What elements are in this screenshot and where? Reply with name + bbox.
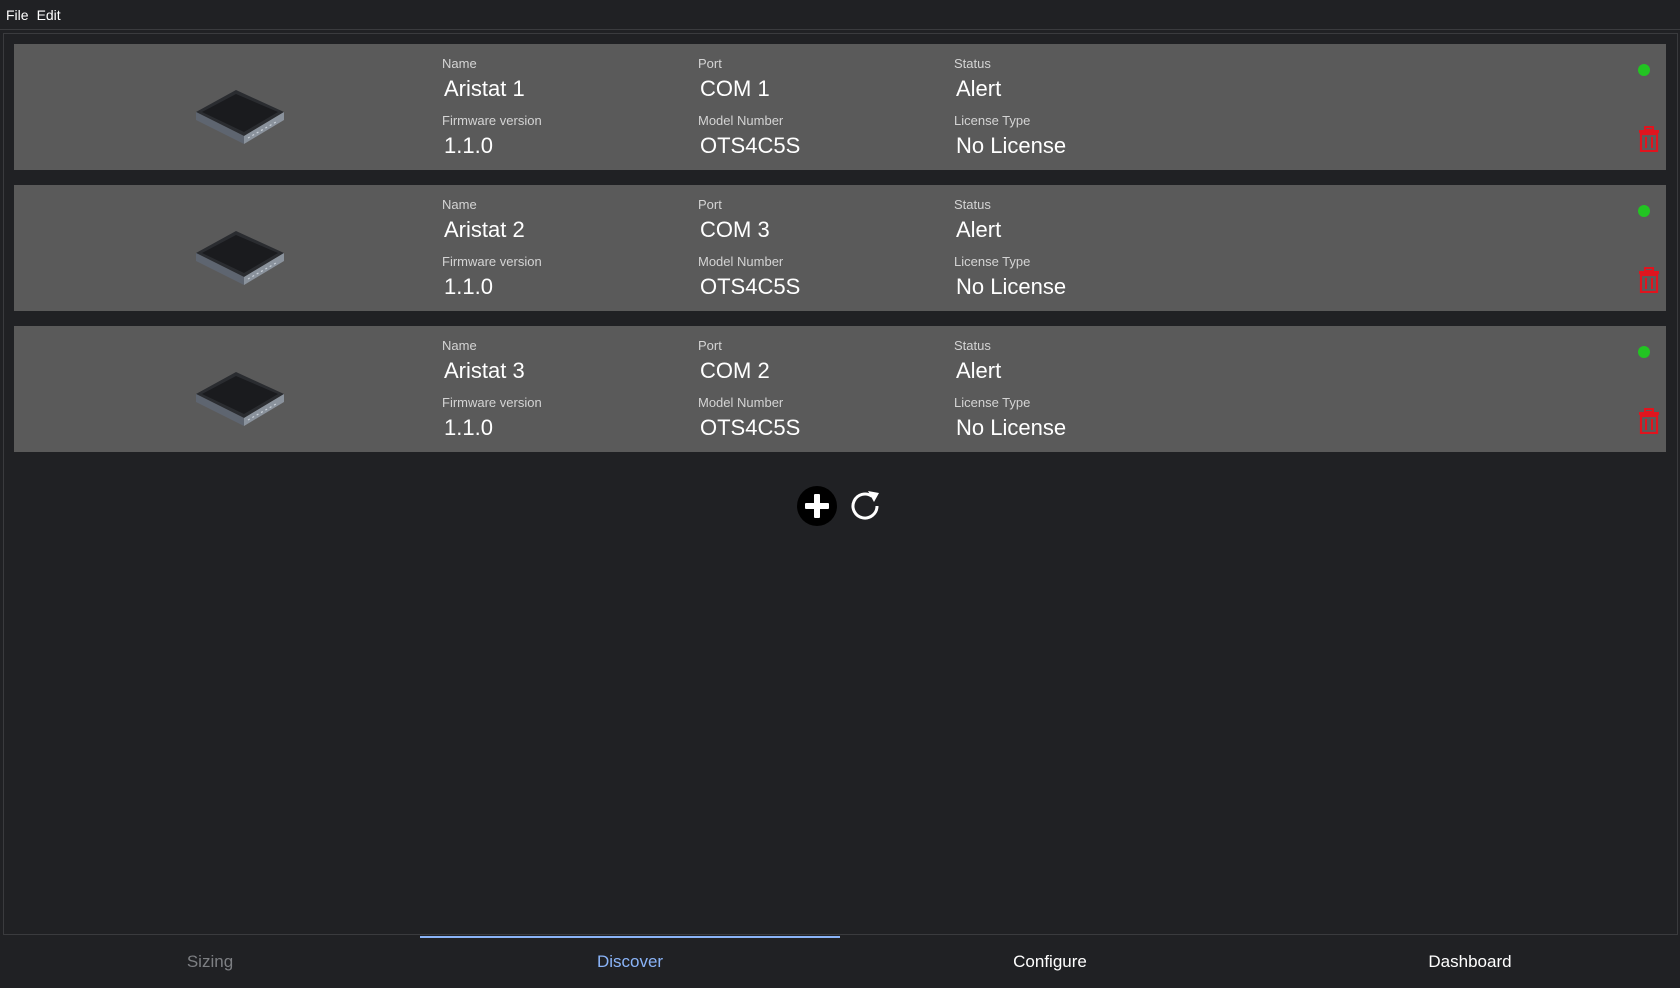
device-port: COM 3 [700, 217, 770, 242]
license-label: License Type [954, 254, 1031, 269]
status-indicator [1638, 205, 1650, 217]
bottom-tab-bar: Sizing Discover Configure Dashboard [0, 936, 1680, 988]
device-name: Aristat 1 [444, 76, 525, 101]
tab-discover[interactable]: Discover [420, 936, 840, 988]
status-indicator [1638, 346, 1650, 358]
firmware-label: Firmware version [442, 113, 542, 128]
port-label: Port [698, 338, 722, 353]
name-label: Name [442, 338, 477, 353]
status-indicator [1638, 64, 1650, 76]
device-license: No License [956, 415, 1067, 440]
model-label: Model Number [698, 254, 784, 269]
trash-icon[interactable] [1638, 126, 1660, 152]
device-model: OTS4C5S [700, 133, 801, 158]
license-label: License Type [954, 113, 1031, 128]
device-status: Alert [956, 217, 1002, 242]
status-label: Status [954, 56, 991, 71]
name-label: Name [442, 56, 477, 71]
model-label: Model Number [698, 113, 784, 128]
tab-configure[interactable]: Configure [840, 936, 1260, 988]
tab-dashboard[interactable]: Dashboard [1260, 936, 1680, 988]
device-image [196, 90, 284, 144]
model-label: Model Number [698, 395, 784, 410]
device-port: COM 2 [700, 358, 770, 383]
tab-sizing[interactable]: Sizing [0, 936, 420, 988]
refresh-icon[interactable] [844, 485, 886, 527]
device-name: Aristat 2 [444, 217, 525, 242]
status-label: Status [954, 338, 991, 353]
firmware-label: Firmware version [442, 395, 542, 410]
device-status: Alert [956, 358, 1002, 383]
device-license: No License [956, 274, 1067, 299]
device-port: COM 1 [700, 76, 770, 101]
device-license: No License [956, 133, 1067, 158]
device-card: Name Aristat 2 Port COM 3 Status Alert F… [14, 185, 1666, 311]
status-label: Status [954, 197, 991, 212]
device-image [196, 372, 284, 426]
device-actions [796, 484, 886, 528]
license-label: License Type [954, 395, 1031, 410]
menu-file[interactable]: File [6, 7, 29, 23]
device-firmware: 1.1.0 [444, 274, 493, 299]
device-firmware: 1.1.0 [444, 133, 493, 158]
trash-icon[interactable] [1638, 267, 1660, 293]
menu-edit[interactable]: Edit [37, 7, 61, 23]
device-name: Aristat 3 [444, 358, 525, 383]
port-label: Port [698, 56, 722, 71]
trash-icon[interactable] [1638, 408, 1660, 434]
port-label: Port [698, 197, 722, 212]
firmware-label: Firmware version [442, 254, 542, 269]
device-model: OTS4C5S [700, 415, 801, 440]
device-image [196, 231, 284, 285]
device-card: Name Aristat 3 Port COM 2 Status Alert F… [14, 326, 1666, 452]
device-status: Alert [956, 76, 1002, 101]
device-firmware: 1.1.0 [444, 415, 493, 440]
device-card: Name Aristat 1 Port COM 1 Status Alert F… [14, 44, 1666, 170]
device-model: OTS4C5S [700, 274, 801, 299]
name-label: Name [442, 197, 477, 212]
menu-bar: File Edit [0, 0, 1680, 30]
plus-circle-icon[interactable] [796, 485, 838, 527]
